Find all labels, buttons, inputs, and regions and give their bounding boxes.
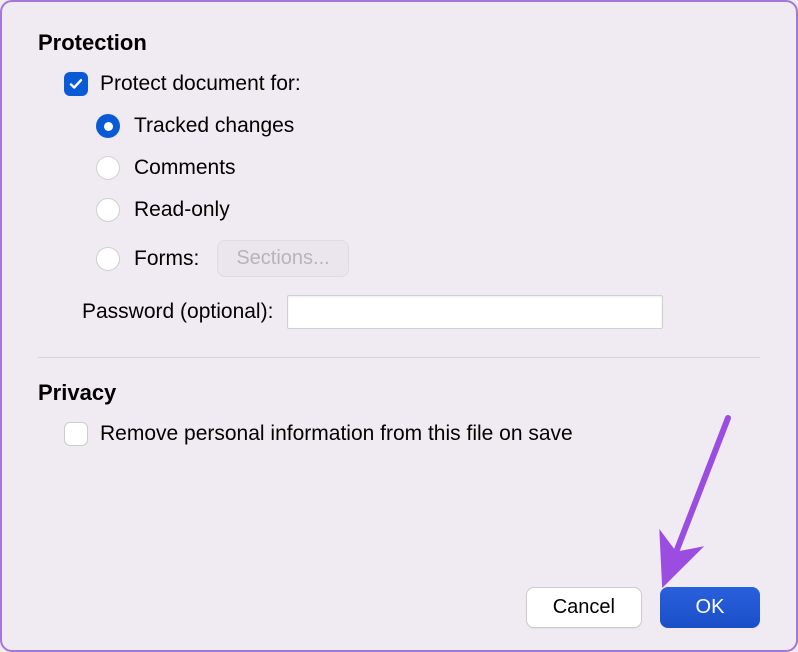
section-divider <box>38 357 760 358</box>
remove-personal-info-label: Remove personal information from this fi… <box>100 422 573 446</box>
remove-personal-info-row: Remove personal information from this fi… <box>64 422 760 446</box>
password-label: Password (optional): <box>82 300 273 324</box>
read-only-radio[interactable] <box>96 198 120 222</box>
tracked-changes-label: Tracked changes <box>134 114 294 138</box>
protect-document-row: Protect document for: <box>64 72 760 96</box>
comments-row: Comments <box>96 156 760 180</box>
protect-document-label: Protect document for: <box>100 72 301 96</box>
password-row: Password (optional): <box>82 295 760 329</box>
tracked-changes-radio[interactable] <box>96 114 120 138</box>
sections-button[interactable]: Sections... <box>217 240 348 277</box>
protection-heading: Protection <box>38 30 760 56</box>
checkmark-icon <box>68 76 84 92</box>
password-input[interactable] <box>287 295 663 329</box>
privacy-heading: Privacy <box>38 380 760 406</box>
comments-label: Comments <box>134 156 236 180</box>
forms-row: Forms: Sections... <box>96 240 760 277</box>
read-only-label: Read-only <box>134 198 230 222</box>
ok-button[interactable]: OK <box>660 587 760 628</box>
dialog-buttons: Cancel OK <box>526 587 760 628</box>
read-only-row: Read-only <box>96 198 760 222</box>
comments-radio[interactable] <box>96 156 120 180</box>
cancel-button[interactable]: Cancel <box>526 587 642 628</box>
forms-label: Forms: <box>134 247 199 271</box>
tracked-changes-row: Tracked changes <box>96 114 760 138</box>
protection-options-group: Tracked changes Comments Read-only Forms… <box>96 114 760 277</box>
remove-personal-info-checkbox[interactable] <box>64 422 88 446</box>
protect-document-checkbox[interactable] <box>64 72 88 96</box>
forms-radio[interactable] <box>96 247 120 271</box>
